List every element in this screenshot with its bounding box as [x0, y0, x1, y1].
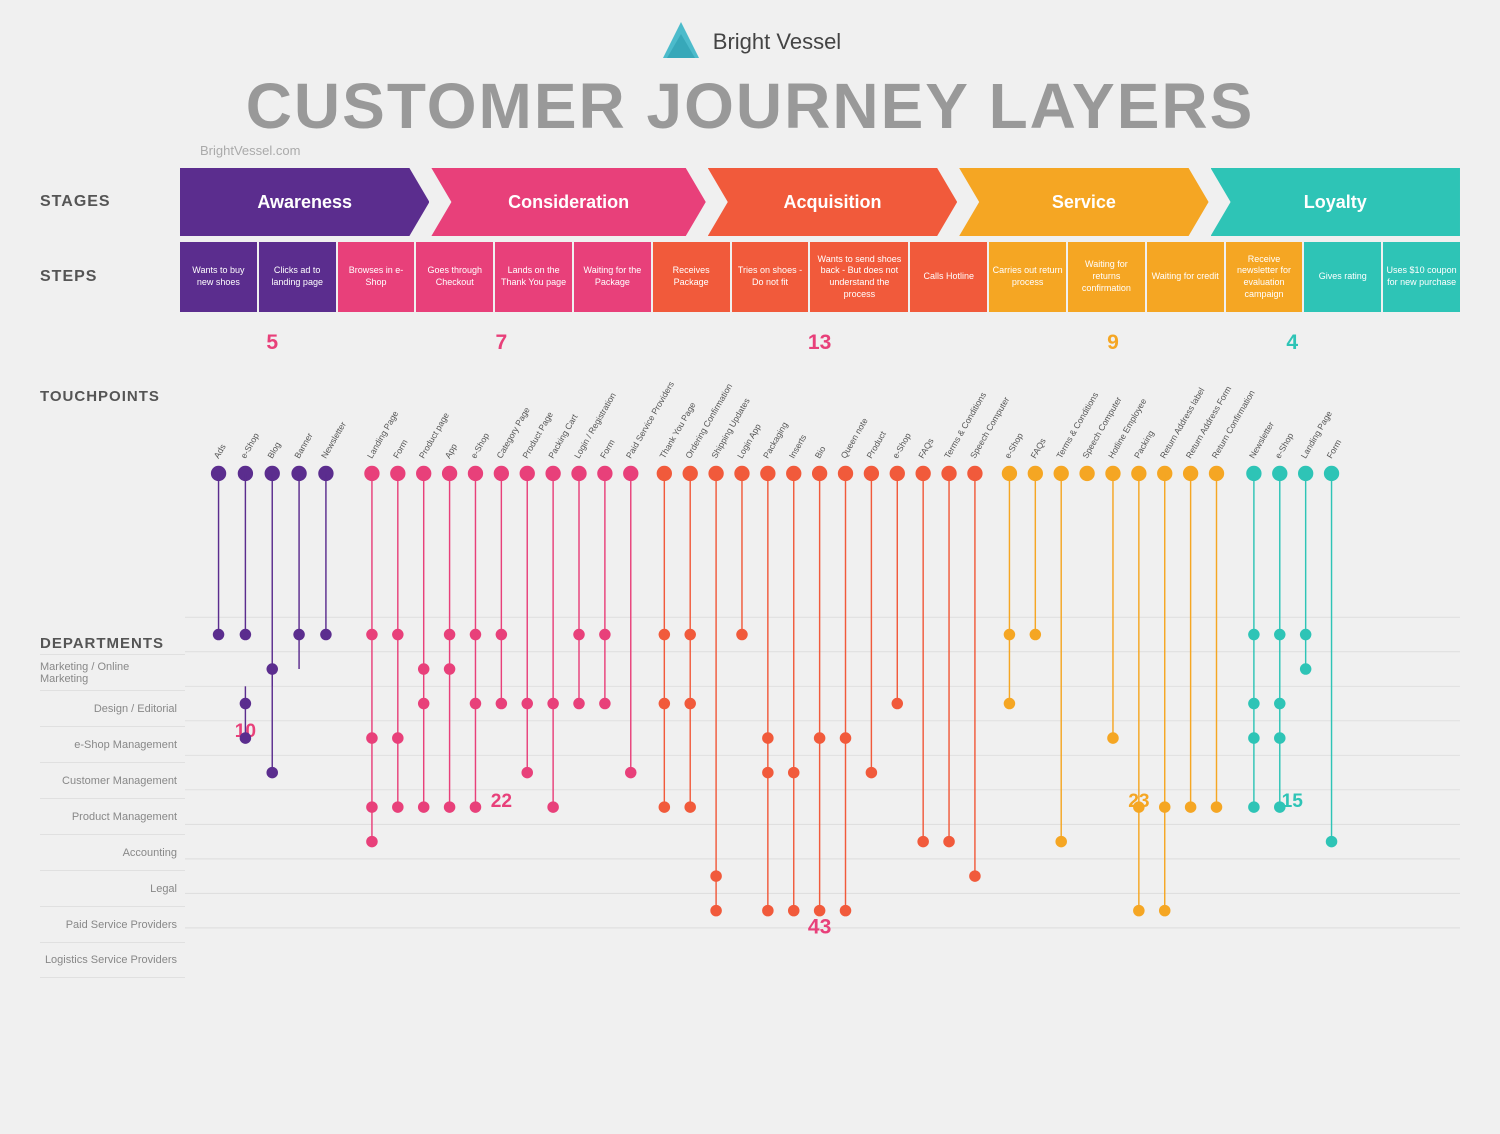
dept-label-paid: Paid Service Providers: [40, 906, 185, 942]
svg-text:Packing: Packing: [1132, 428, 1156, 460]
stage-acquisition: Acquisition: [708, 168, 957, 236]
dept-label-design: Design / Editorial: [40, 690, 185, 726]
dept-label-eshop: e-Shop Management: [40, 726, 185, 762]
step-1: Clicks ad to landing page: [259, 242, 336, 312]
stages-container: Awareness Consideration Acquisition Serv…: [180, 168, 1460, 236]
left-labels: TOUCHPOINTS DEPARTMENTS Marketing / Onli…: [40, 320, 185, 1025]
touchpoints-label: TOUCHPOINTS: [40, 388, 185, 405]
svg-text:Blog: Blog: [265, 440, 282, 460]
step-11: Waiting for returns confirmation: [1068, 242, 1145, 312]
tp-label-eshop1: e-Shop: [238, 431, 261, 460]
step-15: Uses $10 coupon for new purchase: [1383, 242, 1460, 312]
svg-text:Form: Form: [1325, 438, 1344, 460]
svg-text:Form: Form: [598, 438, 617, 460]
count-service: 9: [1107, 331, 1119, 354]
svg-text:Login App: Login App: [735, 422, 763, 460]
step-13: Receive newsletter for evaluation campai…: [1226, 242, 1303, 312]
step-7: Tries on shoes - Do not fit: [732, 242, 809, 312]
svg-text:Ordering Confirmation: Ordering Confirmation: [683, 382, 734, 461]
step-4: Lands on the Thank You page: [495, 242, 572, 312]
svg-text:Newsletter: Newsletter: [319, 420, 348, 460]
steps-row: STEPS Wants to buy new shoes Clicks ad t…: [40, 242, 1460, 312]
page: Bright Vessel CUSTOMER JOURNEY LAYERS Br…: [0, 0, 1500, 1134]
stages-label: STAGES: [40, 193, 180, 211]
dept-label-legal: Legal: [40, 870, 185, 906]
dept-dot-mkt-banner: [293, 629, 305, 641]
step-3: Goes through Checkout: [416, 242, 493, 312]
header: Bright Vessel CUSTOMER JOURNEY LAYERS Br…: [40, 20, 1460, 158]
tp-label-newsletter1: Newsletter: [319, 420, 348, 460]
dept-label-custmgmt: Customer Management: [40, 762, 185, 798]
svg-text:Ads: Ads: [212, 442, 228, 460]
steps-label: STEPS: [40, 268, 180, 286]
dept-dot-mkt-ads: [213, 629, 225, 641]
step-10: Carries out return process: [989, 242, 1066, 312]
stages-row: STAGES Awareness Consideration Acquisiti…: [40, 168, 1460, 236]
tp-label-banner: Banner: [292, 431, 315, 460]
dept-row-labels: Marketing / Online Marketing Design / Ed…: [40, 654, 185, 978]
svg-text:Bio: Bio: [813, 444, 828, 460]
svg-text:Packaging: Packaging: [761, 420, 790, 460]
dept-dot-mkt-news: [320, 629, 332, 641]
svg-text:e-Shop: e-Shop: [1273, 431, 1296, 460]
count-consideration: 7: [495, 331, 507, 354]
step-0: Wants to buy new shoes: [180, 242, 257, 312]
svg-text:Product: Product: [864, 429, 888, 460]
step-14: Gives rating: [1304, 242, 1381, 312]
steps-container: Wants to buy new shoes Clicks ad to land…: [180, 242, 1460, 312]
svg-text:Banner: Banner: [292, 431, 315, 460]
svg-text:e-Shop: e-Shop: [469, 431, 492, 460]
svg-text:App: App: [443, 442, 459, 460]
chart-svg: Ads e-Shop Blog Banner Newsletter 5: [185, 320, 1460, 1020]
chart-area: Ads e-Shop Blog Banner Newsletter 5: [185, 320, 1460, 1025]
svg-text:e-Shop: e-Shop: [890, 431, 913, 460]
dept-label-prodmgmt: Product Management: [40, 798, 185, 834]
dept-dot-pm-blog: [266, 767, 278, 779]
dept-label-accounting: Accounting: [40, 834, 185, 870]
step-2: Browses in e-Shop: [338, 242, 415, 312]
departments-label: DEPARTMENTS: [40, 635, 185, 652]
logo-icon: [659, 20, 703, 64]
svg-text:FAQs: FAQs: [1028, 436, 1047, 460]
svg-text:Form: Form: [391, 438, 410, 460]
count-accounting-consideration: 22: [491, 791, 512, 812]
stage-consideration: Consideration: [431, 168, 705, 236]
count-awareness: 5: [266, 331, 278, 354]
svg-text:e-Shop: e-Shop: [238, 431, 261, 460]
step-9: Calls Hotline: [910, 242, 987, 312]
svg-text:Newsletter: Newsletter: [1247, 420, 1276, 460]
step-6: Receives Package: [653, 242, 730, 312]
stage-loyalty: Loyalty: [1211, 168, 1460, 236]
svg-text:Inserts: Inserts: [787, 433, 809, 460]
subtitle: BrightVessel.com: [200, 143, 1460, 158]
count-loyalty: 4: [1286, 331, 1298, 354]
svg-text:FAQs: FAQs: [916, 436, 935, 460]
tp-label-blog: Blog: [265, 440, 282, 460]
count-acquisition: 13: [808, 331, 831, 354]
logo-text: Bright Vessel: [713, 29, 841, 55]
dept-dot-mkt-eshop: [240, 629, 252, 641]
step-8: Wants to send shoes back - But does not …: [810, 242, 908, 312]
count-logistics: 43: [808, 916, 831, 939]
svg-text:e-Shop: e-Shop: [1003, 431, 1026, 460]
step-5: Waiting for the Package: [574, 242, 651, 312]
lower-section: TOUCHPOINTS DEPARTMENTS Marketing / Onli…: [40, 320, 1460, 1025]
step-12: Waiting for credit: [1147, 242, 1224, 312]
main-title: CUSTOMER JOURNEY LAYERS: [40, 69, 1460, 143]
tp-label-ads: Ads: [212, 442, 228, 460]
stage-awareness: Awareness: [180, 168, 429, 236]
svg-text:Return Address label: Return Address label: [1158, 386, 1207, 460]
dept-label-marketing: Marketing / Online Marketing: [40, 654, 185, 690]
dept-label-logistics: Logistics Service Providers: [40, 942, 185, 978]
dept-dot-cm-eshop: [240, 732, 252, 744]
logo-area: Bright Vessel: [40, 20, 1460, 64]
stage-service: Service: [959, 168, 1208, 236]
